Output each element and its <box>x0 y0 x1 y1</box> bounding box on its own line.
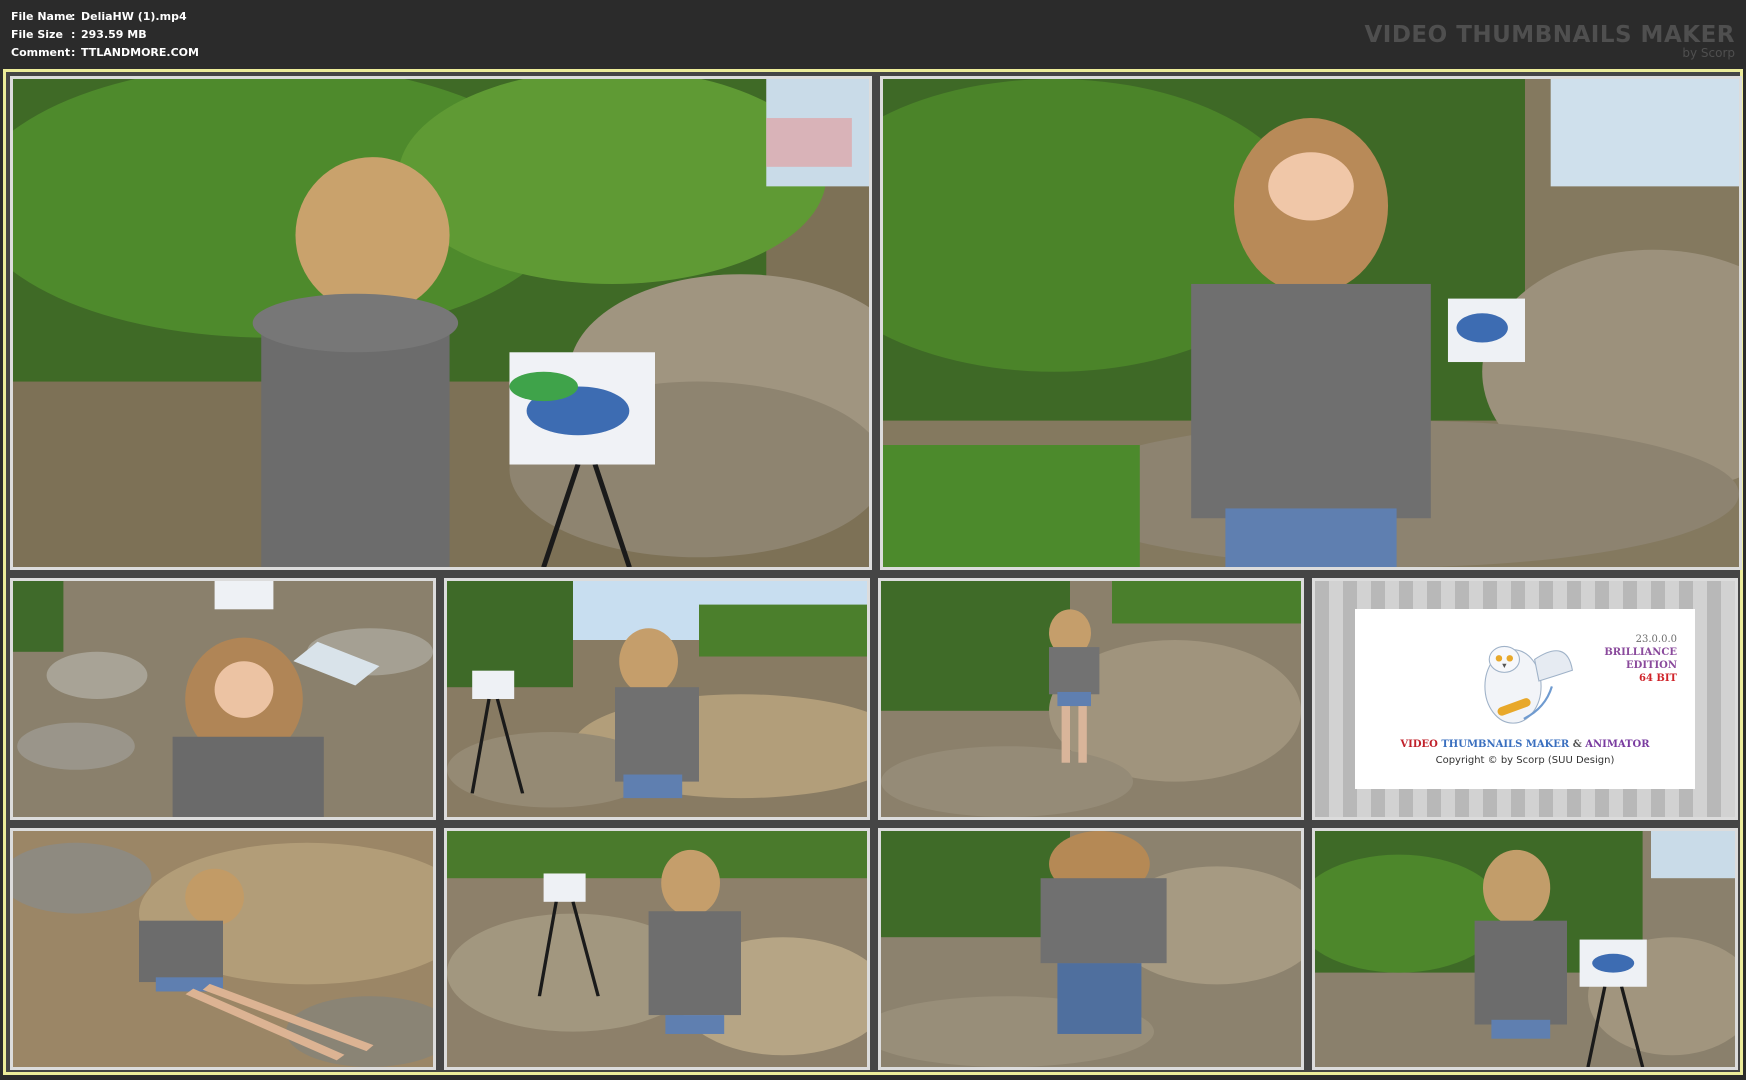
video-frame <box>13 831 433 1067</box>
frame-image <box>881 581 1301 817</box>
product-name-part-4: ANIMATOR <box>1585 739 1650 750</box>
video-frame <box>447 581 867 817</box>
splash-card: 23.0.0.0 BRILLIANCE EDITION 64 BIT VIDEO… <box>1355 609 1695 789</box>
brand-subtitle: by Scorp <box>1682 46 1735 60</box>
comment-value: TTLANDMORE.COM <box>81 46 199 59</box>
thumbnail-row3-1[interactable] <box>10 828 436 1070</box>
version-info: 23.0.0.0 BRILLIANCE EDITION 64 BIT <box>1604 633 1677 685</box>
thumbnail-row3-3[interactable] <box>878 828 1304 1070</box>
thumbnail-splash[interactable]: 23.0.0.0 BRILLIANCE EDITION 64 BIT VIDEO… <box>1312 578 1738 820</box>
frame-image <box>881 831 1301 1067</box>
video-frame <box>883 79 1739 567</box>
brand-title: VIDEO THUMBNAILS MAKER <box>1364 22 1735 48</box>
frame-image <box>447 831 867 1067</box>
file-size-label: File Size <box>11 28 63 41</box>
product-name-part-3: & <box>1572 739 1582 750</box>
file-name-row: File Name : DeliaHW (1).mp4 <box>11 8 199 26</box>
frame-image <box>13 831 433 1067</box>
thumbnail-grid: 23.0.0.0 BRILLIANCE EDITION 64 BIT VIDEO… <box>6 72 1742 1072</box>
video-frame <box>13 79 869 567</box>
file-name-value: DeliaHW (1).mp4 <box>81 10 187 23</box>
separator: : <box>71 10 76 23</box>
info-header: File Name : DeliaHW (1).mp4 File Size : … <box>0 0 1746 68</box>
thumbnail-row3-4[interactable] <box>1312 828 1738 1070</box>
frame-image <box>883 79 1739 567</box>
product-name-part-2: THUMBNAILS MAKER <box>1441 739 1570 750</box>
separator: : <box>71 28 76 41</box>
separator: : <box>71 46 76 59</box>
edition-line-1: BRILLIANCE <box>1604 647 1677 658</box>
thumbnail-row2-3[interactable] <box>878 578 1304 820</box>
bit-label: 64 BIT <box>1639 673 1677 684</box>
product-name-part-1: VIDEO <box>1400 739 1438 750</box>
comment-label: Comment <box>11 46 71 59</box>
file-info: File Name : DeliaHW (1).mp4 File Size : … <box>11 8 199 62</box>
video-frame <box>447 831 867 1067</box>
video-frame <box>881 831 1301 1067</box>
frame-image <box>447 581 867 817</box>
video-frame <box>13 581 433 817</box>
frame-image <box>1315 831 1735 1067</box>
file-size-row: File Size : 293.59 MB <box>11 26 199 44</box>
owl-logo-icon <box>1484 645 1574 724</box>
edition-line-2: EDITION <box>1626 660 1677 671</box>
video-frame <box>881 581 1301 817</box>
frame-image <box>13 79 869 567</box>
thumbnail-large-1[interactable] <box>10 76 872 570</box>
comment-row: Comment : TTLANDMORE.COM <box>11 44 199 62</box>
thumbnail-row2-1[interactable] <box>10 578 436 820</box>
file-size-value: 293.59 MB <box>81 28 147 41</box>
version-number: 23.0.0.0 <box>1635 634 1677 645</box>
file-name-label: File Name <box>11 10 73 23</box>
frame-image <box>13 581 433 817</box>
thumbnail-row3-2[interactable] <box>444 828 870 1070</box>
splash-frame: 23.0.0.0 BRILLIANCE EDITION 64 BIT VIDEO… <box>1315 581 1735 817</box>
thumbnail-sheet: 23.0.0.0 BRILLIANCE EDITION 64 BIT VIDEO… <box>3 69 1743 1075</box>
product-name: VIDEO THUMBNAILS MAKER & ANIMATOR <box>1355 739 1695 750</box>
thumbnail-row2-2[interactable] <box>444 578 870 820</box>
thumbnail-large-2[interactable] <box>880 76 1742 570</box>
copyright-text: Copyright © by Scorp (SUU Design) <box>1435 755 1615 766</box>
brand-logo: VIDEO THUMBNAILS MAKER by Scorp <box>1364 22 1735 59</box>
video-frame <box>1315 831 1735 1067</box>
